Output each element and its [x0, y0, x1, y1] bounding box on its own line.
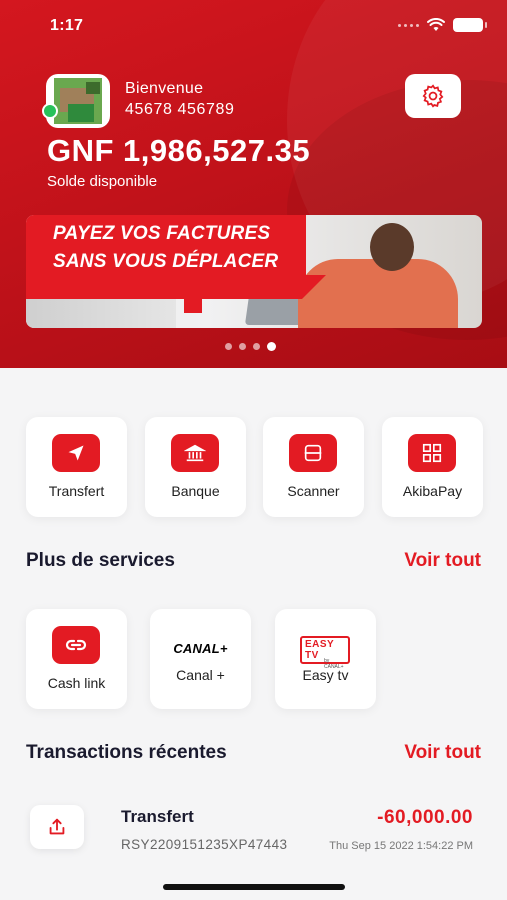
status-icons — [398, 18, 487, 32]
send-icon — [52, 434, 100, 472]
action-transfert[interactable]: Transfert — [26, 417, 127, 517]
wifi-icon — [427, 18, 445, 31]
status-time: 1:17 — [50, 17, 84, 34]
balance-amount: GNF 1,986,527.35 — [47, 133, 311, 168]
pager-dot-active[interactable] — [267, 342, 276, 351]
transaction-type: Transfert — [121, 807, 194, 826]
pager-dot[interactable] — [253, 343, 260, 350]
canal-plus-logo: CANAL+ — [173, 641, 228, 656]
balance-label: Solde disponible — [47, 173, 158, 190]
action-label: AkibaPay — [402, 483, 463, 499]
link-icon — [52, 626, 100, 664]
action-label: Banque — [171, 483, 220, 499]
home-indicator[interactable] — [163, 884, 345, 890]
signal-dots-icon — [398, 23, 419, 27]
action-label: Transfert — [48, 483, 105, 499]
phone-number: 45678 456789 — [125, 101, 235, 118]
online-status-dot — [42, 103, 58, 119]
qr-code-icon — [408, 434, 456, 472]
service-label: Easy tv — [302, 667, 349, 683]
promo-banner[interactable]: PAYEZ VOS FACTURES SANS VOUS DÉPLACER — [26, 215, 482, 328]
transaction-row[interactable]: Transfert -60,000.00 RSY2209151235XP4744… — [0, 790, 507, 870]
banner-red-tail — [26, 275, 326, 299]
service-cash-link[interactable]: Cash link — [26, 609, 127, 709]
avatar[interactable] — [46, 74, 110, 128]
transaction-date: Thu Sep 15 2022 1:54:22 PM — [329, 840, 473, 852]
pager-dot[interactable] — [225, 343, 232, 350]
upload-icon — [30, 805, 84, 849]
banner-person-head — [370, 223, 414, 271]
action-scanner[interactable]: Scanner — [263, 417, 364, 517]
bank-icon — [171, 434, 219, 472]
scan-icon — [289, 434, 337, 472]
header: 1:17 Bienvenue 45678 456789 GNF 1,986,52… — [0, 0, 507, 368]
action-akibapay[interactable]: AkibaPay — [382, 417, 483, 517]
services-title: Plus de services — [26, 550, 175, 571]
action-banque[interactable]: Banque — [145, 417, 246, 517]
settings-button[interactable] — [405, 74, 461, 118]
welcome-text: Bienvenue — [125, 80, 204, 97]
service-label: Cash link — [47, 675, 106, 691]
services-see-all-link[interactable]: Voir tout — [404, 550, 481, 572]
transaction-reference: RSY2209151235XP47443 — [121, 837, 288, 852]
transaction-amount: -60,000.00 — [377, 807, 473, 828]
action-label: Scanner — [287, 483, 340, 499]
status-bar: 1:17 — [0, 0, 507, 52]
transactions-see-all-link[interactable]: Voir tout — [404, 742, 481, 764]
battery-icon — [453, 18, 487, 32]
service-easy-tv[interactable]: EASY TV by CANAL+ Easy tv — [275, 609, 376, 709]
service-label: Canal + — [176, 667, 225, 683]
banner-headline-2: SANS VOUS DÉPLACER — [53, 251, 279, 272]
banner-pager — [225, 342, 276, 351]
service-canal-plus[interactable]: CANAL+ Canal + — [150, 609, 251, 709]
banner-person-image — [298, 259, 458, 328]
gear-icon — [422, 84, 444, 108]
banner-red-square — [184, 299, 202, 313]
easy-tv-logo: EASY TV by CANAL+ — [300, 636, 350, 670]
pager-dot[interactable] — [239, 343, 246, 350]
transactions-title: Transactions récentes — [26, 742, 227, 763]
banner-headline-1: PAYEZ VOS FACTURES — [53, 223, 271, 244]
